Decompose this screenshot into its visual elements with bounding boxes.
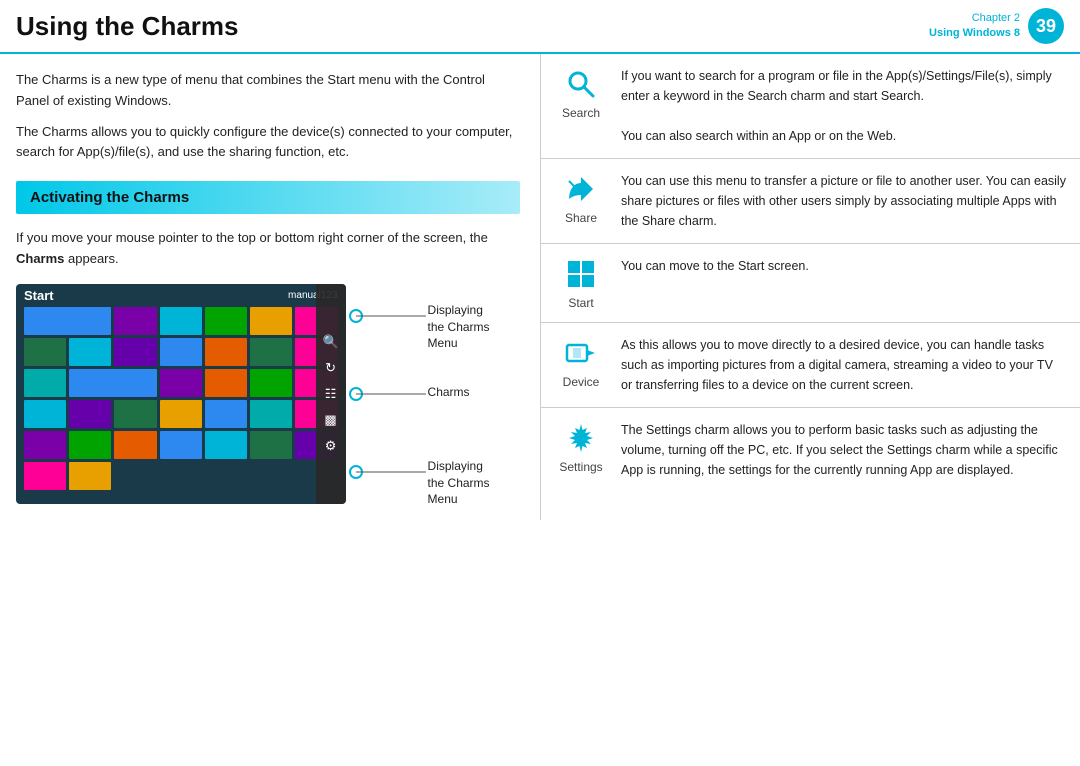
win8-tile: [24, 431, 66, 459]
chapter-label: Chapter 2: [929, 11, 1020, 26]
charm-row-share: Share You can use this menu to transfer a…: [541, 159, 1080, 244]
charm-row-settings: Settings The Settings charm allows you to…: [541, 408, 1080, 492]
right-column: Search If you want to search for a progra…: [540, 54, 1080, 520]
charm-row-start: Start You can move to the Start screen.: [541, 244, 1080, 323]
win8-tile: [250, 400, 292, 428]
intro-text-2: The Charms allows you to quickly configu…: [16, 122, 520, 164]
charm-label-share: Share: [565, 211, 597, 225]
charm-desc-share: You can use this menu to transfer a pict…: [621, 171, 1066, 231]
win8-tile: [24, 462, 66, 490]
callout-top: Displaying the Charms Menu: [428, 302, 490, 352]
charm-row-device: Device As this allows you to move directl…: [541, 323, 1080, 408]
win8-tile: [160, 338, 202, 366]
win8-tile: [114, 338, 156, 366]
callout-mid: Charms: [428, 384, 470, 401]
win8-tile: [250, 369, 292, 397]
win8-tile: [69, 338, 111, 366]
charm-desc-search: If you want to search for a program or f…: [621, 66, 1066, 146]
charm-desc-settings: The Settings charm allows you to perform…: [621, 420, 1066, 480]
charm-bar-share: ↻: [322, 359, 340, 377]
win8-tile: [250, 307, 292, 335]
page-header: Using the Charms Chapter 2 Using Windows…: [0, 0, 1080, 54]
win8-tile: [160, 307, 202, 335]
chapter-info: Chapter 2 Using Windows 8 39: [929, 8, 1064, 44]
win8-tile: [250, 431, 292, 459]
win8-tile: [205, 338, 247, 366]
chapter-text: Chapter 2 Using Windows 8: [929, 11, 1020, 42]
win8-tile: [160, 400, 202, 428]
charm-label-settings: Settings: [559, 460, 602, 474]
charm-icon-block-search: Search: [555, 66, 607, 120]
win8-tile: [69, 462, 111, 490]
callout-bot: Displaying the Charms Menu: [428, 458, 490, 508]
win8-tile: [69, 400, 111, 428]
charm-label-search: Search: [562, 106, 600, 120]
charm-icon-block-share: Share: [555, 171, 607, 225]
win8-tile: [114, 431, 156, 459]
search-icon: [563, 66, 599, 102]
charm-desc-start: You can move to the Start screen.: [621, 256, 809, 276]
win8-tile: [24, 400, 66, 428]
win8-start-label: Start: [24, 288, 54, 303]
win8-tile: [205, 431, 247, 459]
activation-bold: Charms: [16, 251, 64, 266]
charm-bar-device: ▩: [322, 411, 340, 429]
device-icon: [563, 335, 599, 371]
charm-label-device: Device: [563, 375, 600, 389]
page-title: Using the Charms: [16, 11, 239, 42]
charm-label-start: Start: [568, 296, 593, 310]
win8-tile: [24, 369, 66, 397]
activation-text-pre: If you move your mouse pointer to the to…: [16, 230, 488, 245]
section-heading: Activating the Charms: [16, 181, 520, 214]
activation-text: If you move your mouse pointer to the to…: [16, 228, 520, 270]
win8-header: Start manual123: [16, 284, 346, 307]
win8-screenshot: Start manual123 🔍 ↻ ☷ ▩ ⚙: [16, 284, 346, 504]
intro-text-1: The Charms is a new type of menu that co…: [16, 70, 520, 112]
win8-tile: [69, 369, 156, 397]
win8-tile: [160, 431, 202, 459]
win8-tile: [205, 307, 247, 335]
left-column: The Charms is a new type of menu that co…: [0, 54, 540, 520]
main-content: The Charms is a new type of menu that co…: [0, 54, 1080, 520]
win8-tile: [69, 431, 111, 459]
win8-tile: [250, 338, 292, 366]
settings-icon: [563, 420, 599, 456]
charm-bar-start: ☷: [322, 385, 340, 403]
charm-bar-settings: ⚙: [322, 437, 340, 455]
win8-tile: [160, 369, 202, 397]
win8-tile: [205, 400, 247, 428]
activation-text-post: appears.: [64, 251, 118, 266]
win8-tile: [205, 369, 247, 397]
charm-row-search: Search If you want to search for a progra…: [541, 54, 1080, 159]
charm-desc-device: As this allows you to move directly to a…: [621, 335, 1066, 395]
win8-tile: [24, 338, 66, 366]
charm-icon-block-start: Start: [555, 256, 607, 310]
win8-tiles: [16, 307, 346, 498]
charm-icon-block-settings: Settings: [555, 420, 607, 474]
charms-bar: 🔍 ↻ ☷ ▩ ⚙: [316, 284, 346, 504]
screenshot-area: Start manual123 🔍 ↻ ☷ ▩ ⚙: [16, 284, 520, 504]
page-number: 39: [1028, 8, 1064, 44]
callout-labels: Displaying the Charms Menu Charms Displa…: [346, 284, 520, 504]
win8-tile: [114, 400, 156, 428]
share-icon: [563, 171, 599, 207]
start-icon: [563, 256, 599, 292]
chapter-sub: Using Windows 8: [929, 26, 1020, 41]
charm-icon-block-device: Device: [555, 335, 607, 389]
win8-tile: [114, 307, 156, 335]
charm-bar-search: 🔍: [322, 333, 340, 351]
win8-tile: [24, 307, 111, 335]
